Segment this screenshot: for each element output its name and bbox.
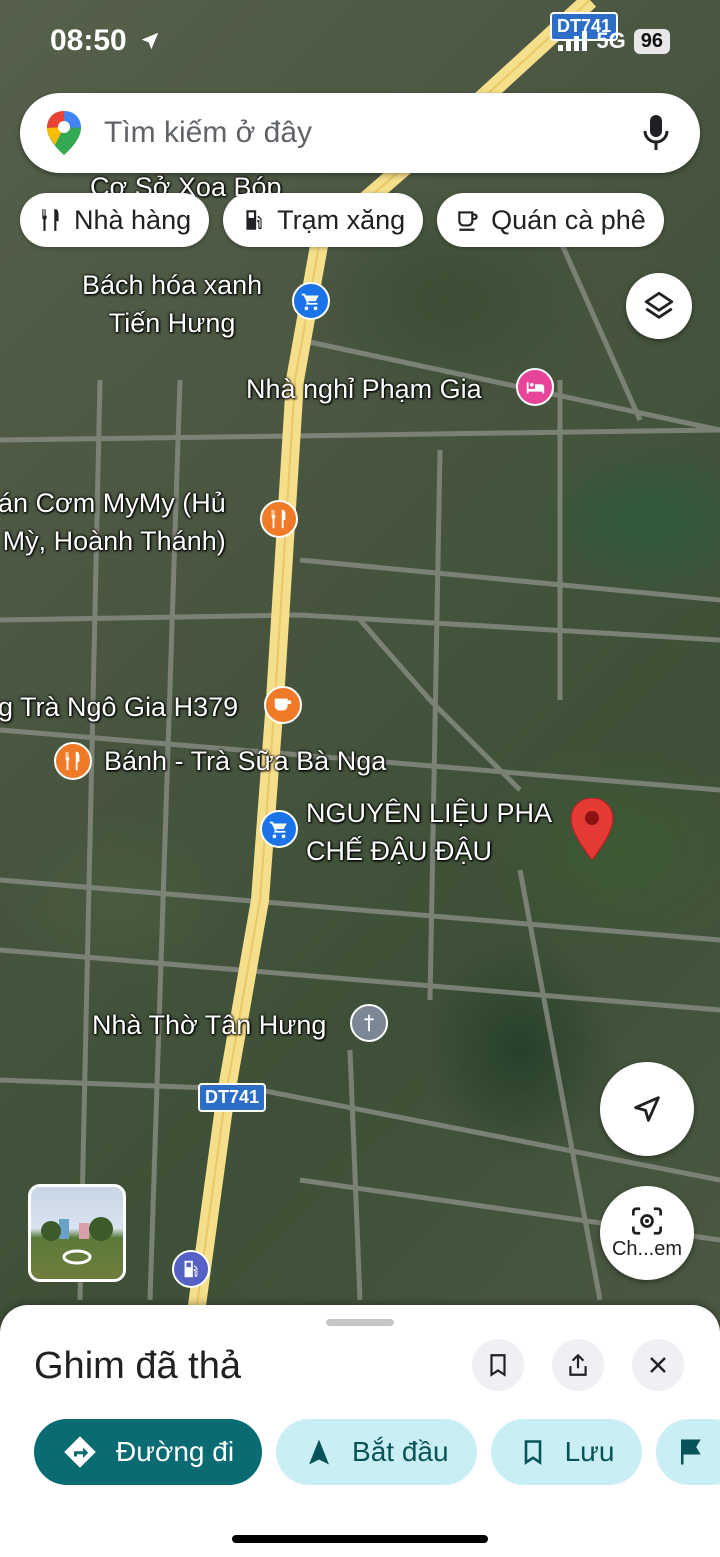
- chip-gas-stations[interactable]: Trạm xăng: [223, 193, 424, 247]
- my-location-button[interactable]: [600, 1062, 694, 1156]
- gas-station-icon[interactable]: [172, 1250, 210, 1288]
- place-label[interactable]: NGUYÊN LIỆU PHA CHẾ ĐẬU ĐẬU: [306, 794, 552, 870]
- chip-coffee[interactable]: Quán cà phê: [437, 193, 664, 247]
- place-label[interactable]: Bách hóa xanh Tiến Hưng: [82, 266, 262, 342]
- bookmark-icon: [524, 1440, 541, 1465]
- navigation-start-icon: [309, 1439, 330, 1465]
- directions-label: Đường đi: [116, 1436, 235, 1467]
- save-list-button[interactable]: [472, 1339, 524, 1391]
- bookmark-icon: [490, 1354, 506, 1377]
- layers-icon: [644, 291, 674, 319]
- shopping-cart-icon[interactable]: [260, 810, 298, 848]
- start-label: Bắt đầu: [352, 1436, 449, 1467]
- chip-label: Quán cà phê: [491, 204, 646, 235]
- road-shield: DT741: [198, 1083, 267, 1112]
- location-arrow-icon: [141, 32, 159, 50]
- place-label[interactable]: Nhà nghỉ Phạm Gia: [246, 370, 482, 408]
- close-button[interactable]: [632, 1339, 684, 1391]
- coffee-icon: [458, 211, 478, 231]
- sheet-title: Ghim đã thả: [34, 1345, 241, 1387]
- chip-label: Nhà hàng: [74, 204, 192, 235]
- restaurant-icon[interactable]: [260, 500, 298, 538]
- dropped-pin-icon[interactable]: [570, 798, 614, 860]
- battery-level: 96: [633, 28, 670, 54]
- category-chips: Nhà hàng Trạm xăng Quán cà phê: [20, 193, 664, 247]
- share-button[interactable]: [552, 1339, 604, 1391]
- save-label: Lưu: [564, 1436, 615, 1467]
- gas-station-icon: [246, 210, 262, 230]
- directions-icon: [64, 1436, 96, 1468]
- clock: 08:50: [50, 24, 161, 58]
- lens-label: Ch...em: [611, 1237, 683, 1260]
- place-label[interactable]: Bánh - Trà Sữa Bà Nga: [104, 742, 386, 780]
- restaurant-icon: [42, 209, 59, 231]
- chip-restaurants[interactable]: Nhà hàng: [20, 193, 210, 247]
- close-icon: [650, 1357, 666, 1373]
- flag-icon: [681, 1439, 702, 1465]
- save-button[interactable]: Lưu: [490, 1419, 643, 1485]
- label-button[interactable]: [656, 1419, 720, 1485]
- status-indicators: 5G 96: [558, 28, 670, 54]
- layers-button[interactable]: [626, 273, 692, 339]
- chip-label: Trạm xăng: [277, 204, 406, 235]
- coffee-icon[interactable]: [264, 686, 302, 724]
- place-label[interactable]: g Trà Ngô Gia H379: [0, 688, 238, 726]
- place-sheet[interactable]: Ghim đã thả Đường đi Bắt đầu Lưu: [0, 1305, 720, 1557]
- search-bar[interactable]: Tìm kiếm ở đây: [20, 93, 700, 173]
- clock-time: 08:50: [50, 24, 127, 57]
- church-icon[interactable]: [350, 1004, 388, 1042]
- start-button[interactable]: Bắt đầu: [276, 1419, 477, 1485]
- signal-icon: [558, 31, 588, 51]
- google-maps-logo-icon: [47, 111, 81, 155]
- place-label[interactable]: Nhà Thờ Tân Hưng: [92, 1006, 326, 1044]
- share-icon: [569, 1353, 587, 1376]
- directions-button[interactable]: Đường đi: [34, 1419, 263, 1485]
- camera-lens-icon: [632, 1206, 662, 1235]
- microphone-icon[interactable]: [642, 113, 670, 153]
- restaurant-icon[interactable]: [54, 742, 92, 780]
- sheet-drag-handle[interactable]: [326, 1319, 394, 1326]
- place-label[interactable]: án Cơm MyMy (Hủ Mỳ, Hoành Thánh): [0, 484, 226, 560]
- home-indicator[interactable]: [232, 1535, 488, 1543]
- hotel-icon[interactable]: [516, 368, 554, 406]
- navigation-arrow-icon: [634, 1096, 660, 1122]
- status-bar: 08:50 5G 96: [0, 0, 720, 80]
- shopping-cart-icon[interactable]: [292, 282, 330, 320]
- search-input[interactable]: Tìm kiếm ở đây: [104, 116, 642, 150]
- street-view-thumbnail[interactable]: [28, 1184, 126, 1282]
- network-type: 5G: [596, 28, 626, 53]
- action-buttons: Đường đi Bắt đầu Lưu: [34, 1419, 720, 1485]
- lens-button[interactable]: Ch...em: [600, 1186, 694, 1280]
